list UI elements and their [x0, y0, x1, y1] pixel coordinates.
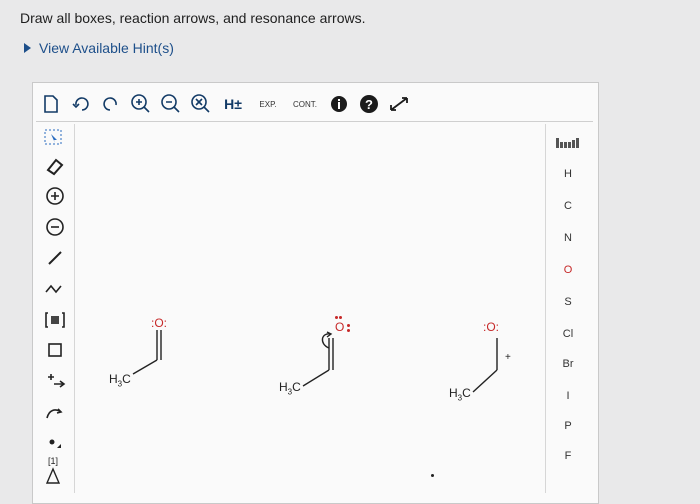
molecule-3-charge: + — [505, 352, 511, 363]
element-palette: H C N O S Cl Br I P F — [545, 124, 590, 493]
editor-toolbar: H± EXP. CONT. ? — [36, 87, 593, 121]
expand-button[interactable]: EXP. — [250, 90, 286, 118]
chain-icon — [45, 284, 62, 294]
hydrogen-toggle-button[interactable]: H± — [216, 90, 250, 118]
info-icon — [331, 96, 347, 112]
bond-line-icon — [48, 251, 62, 265]
document-icon — [44, 95, 58, 113]
bracket-tool[interactable] — [40, 308, 70, 332]
element-o[interactable]: O — [546, 264, 590, 276]
minus-circle-icon — [46, 218, 64, 236]
template-tool[interactable]: [1] — [40, 456, 70, 484]
chain-tool[interactable] — [40, 276, 70, 300]
single-bond-tool[interactable] — [40, 246, 70, 270]
box-tool[interactable] — [40, 338, 70, 362]
curved-arrow-icon — [46, 408, 63, 419]
reaction-arrow-icon — [48, 374, 66, 388]
fullscreen-button[interactable] — [384, 90, 414, 118]
zoom-in-icon — [131, 94, 150, 113]
view-hints-link[interactable]: View Available Hint(s) — [24, 40, 174, 56]
drawing-canvas[interactable]: H3C :O: H3C O H3C :O: + — [75, 124, 544, 493]
zoom-out-button[interactable] — [156, 90, 186, 118]
molecule-3-oxygen: :O: — [483, 320, 500, 334]
periodic-table-icon — [556, 138, 579, 148]
expand-arrows-icon — [390, 97, 408, 111]
redo-button[interactable] — [96, 90, 126, 118]
undo-button[interactable] — [66, 90, 96, 118]
info-button[interactable] — [324, 90, 354, 118]
select-tool[interactable] — [40, 126, 70, 150]
eraser-icon — [46, 158, 64, 176]
zoom-reset-icon — [191, 94, 210, 113]
toolbar-divider — [36, 121, 593, 122]
contract-button[interactable]: CONT. — [286, 90, 324, 118]
molecule-3-bonds — [472, 338, 498, 393]
help-button[interactable]: ? — [354, 90, 384, 118]
element-s[interactable]: S — [546, 296, 590, 308]
eraser-tool[interactable] — [40, 154, 70, 178]
bracket-icon — [45, 312, 65, 328]
element-h[interactable]: H — [546, 168, 590, 180]
zoom-reset-button[interactable] — [186, 90, 216, 118]
element-n[interactable]: N — [546, 232, 590, 244]
molecule-3[interactable]: H3C :O: + — [75, 124, 544, 493]
question-text: Draw all boxes, reaction arrows, and res… — [20, 10, 366, 26]
element-i[interactable]: I — [546, 390, 590, 402]
negative-charge-tool[interactable] — [40, 215, 70, 239]
left-toolbar: [1] — [36, 124, 75, 493]
element-br[interactable]: Br — [546, 358, 590, 370]
element-p[interactable]: P — [546, 420, 590, 432]
electron-tool[interactable] — [40, 430, 70, 454]
expand-label: EXP. — [259, 99, 277, 109]
redo-icon — [103, 97, 117, 111]
plus-circle-icon — [46, 187, 64, 205]
zoom-out-icon — [161, 94, 180, 113]
reaction-arrow-tool[interactable] — [40, 370, 70, 394]
contract-label: CONT. — [293, 99, 317, 109]
help-icon: ? — [360, 95, 378, 113]
expand-triangle-icon — [24, 43, 31, 53]
periodic-table-button[interactable] — [546, 136, 590, 153]
rectangle-icon — [48, 343, 62, 357]
undo-icon — [72, 97, 89, 111]
element-cl[interactable]: Cl — [546, 328, 590, 340]
selection-box-icon — [44, 129, 62, 145]
molecule-3-methyl: H3C — [449, 386, 471, 403]
footnote-label: [1] — [48, 456, 59, 466]
curved-arrow-tool[interactable] — [40, 400, 70, 424]
new-document-button[interactable] — [36, 90, 66, 118]
electron-dot-icon — [49, 439, 61, 448]
element-c[interactable]: C — [546, 200, 590, 212]
view-hints-label: View Available Hint(s) — [39, 40, 174, 56]
positive-charge-tool[interactable] — [40, 184, 70, 208]
element-f[interactable]: F — [546, 450, 590, 462]
svg-text:?: ? — [365, 97, 373, 112]
zoom-in-button[interactable] — [126, 90, 156, 118]
stray-dot — [431, 474, 434, 477]
